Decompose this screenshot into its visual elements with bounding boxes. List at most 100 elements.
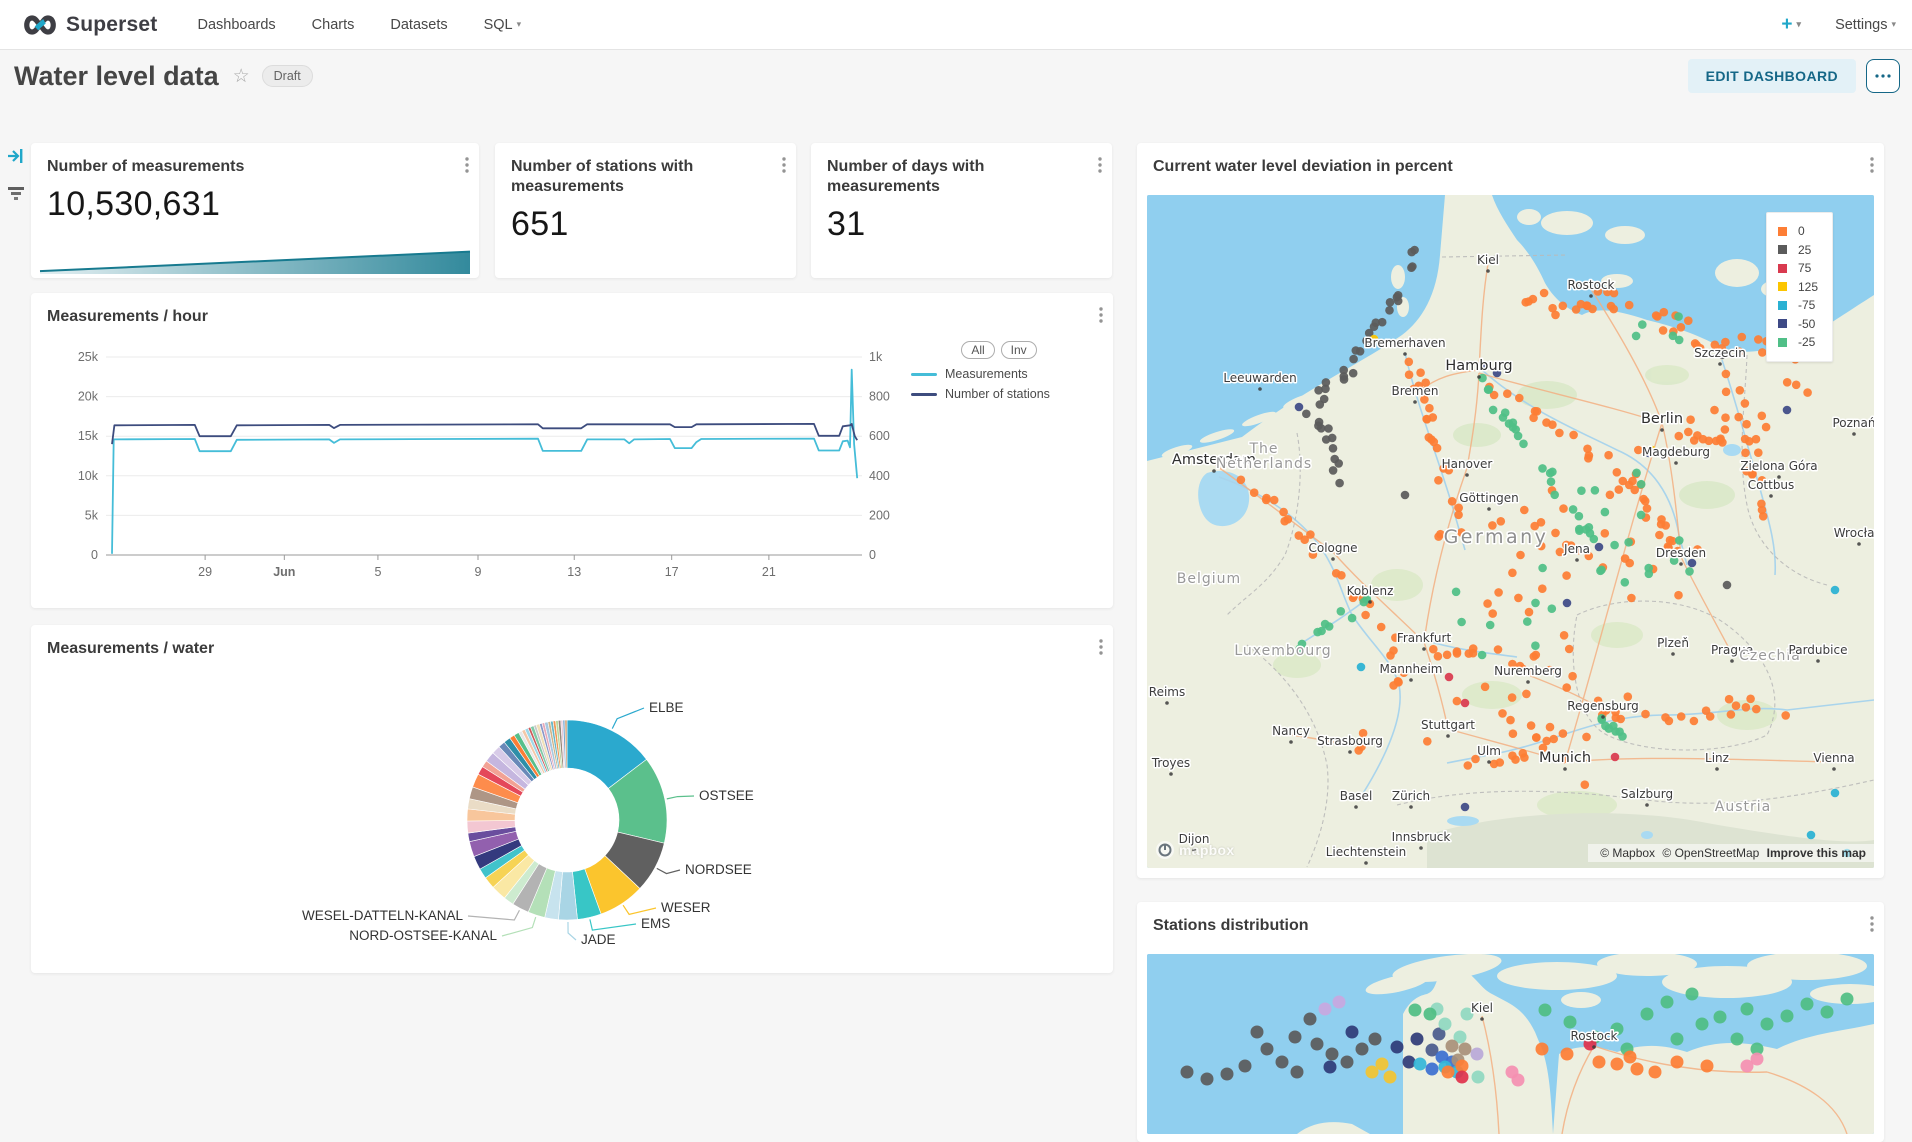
map-city-label: Zielona Góra — [1740, 459, 1817, 473]
chevron-down-icon: ▾ — [517, 19, 522, 29]
settings-menu[interactable]: Settings▾ — [1835, 17, 1896, 33]
legend-label: -50 — [1798, 317, 1815, 331]
map-city-label: Wrocław — [1834, 526, 1874, 540]
map-city-label: Cottbus — [1748, 478, 1795, 492]
nav-charts[interactable]: Charts — [312, 17, 355, 33]
filter-funnel-icon[interactable] — [7, 186, 25, 202]
svg-text:17: 17 — [665, 565, 679, 579]
superset-logo[interactable]: Superset — [22, 13, 157, 37]
legend-entry-number-of-stations[interactable]: Number of stations — [911, 387, 1087, 401]
kebab-menu-icon[interactable] — [465, 157, 469, 173]
map-canvas[interactable]: LeeuwardenAmsterdamTheNetherlandsKielRos… — [1147, 195, 1874, 868]
expand-filters-icon[interactable] — [7, 148, 25, 164]
svg-text:0: 0 — [869, 548, 876, 562]
dashboard-header: Water level data ☆ Draft EDIT DASHBOARD — [0, 49, 1912, 103]
kpi-card-stations: Number of stations with measurements 651 — [495, 143, 796, 278]
card-title: Stations distribution — [1137, 902, 1884, 936]
legend-swatch — [1778, 301, 1787, 310]
map-city-label: Zürich — [1392, 789, 1430, 803]
navbar: Superset Dashboards Charts Datasets SQL▾… — [0, 0, 1912, 50]
legend-swatch — [1778, 338, 1787, 347]
map-legend-entry: 0 — [1778, 222, 1818, 241]
donut-slice-label: WESEL-DATTELN-KANAL — [302, 908, 464, 923]
deviation-map: LeeuwardenAmsterdamTheNetherlandsKielRos… — [1147, 195, 1874, 868]
map-city-label: Berlin — [1641, 411, 1683, 427]
donut-slice-label: NORD-OSTSEE-KANAL — [349, 928, 497, 943]
legend-swatch — [1778, 264, 1787, 273]
card-title: Number of days with measurements — [811, 143, 1112, 197]
map-city-label: Stuttgart — [1421, 718, 1475, 732]
map-canvas[interactable]: KielRostock — [1147, 954, 1874, 1134]
superset-infinity-icon — [22, 13, 58, 37]
donut-slice-label: JADE — [581, 932, 616, 947]
legend-label: 75 — [1798, 261, 1811, 275]
map-legend-entry: -75 — [1778, 296, 1818, 315]
kebab-menu-icon[interactable] — [1870, 157, 1874, 173]
legend-label: Measurements — [945, 367, 1028, 381]
page-title: Water level data — [14, 61, 219, 92]
map-city-label: Plzeň — [1657, 636, 1689, 650]
favorite-star-icon[interactable]: ☆ — [233, 65, 250, 88]
svg-text:15k: 15k — [78, 429, 99, 443]
map-city-label: Mannheim — [1380, 662, 1443, 676]
card-title: Number of stations with measurements — [495, 143, 796, 197]
legend-swatch — [911, 373, 937, 376]
add-button[interactable]: +▾ — [1781, 14, 1801, 36]
kebab-menu-icon[interactable] — [1870, 916, 1874, 932]
nav-dashboards[interactable]: Dashboards — [197, 17, 275, 33]
map-city-label: Liechtenstein — [1326, 845, 1407, 859]
kebab-menu-icon[interactable] — [782, 157, 786, 173]
filter-panel-collapsed — [0, 118, 32, 202]
nav-sql[interactable]: SQL▾ — [484, 17, 522, 33]
map-city-label: Kiel — [1477, 253, 1499, 267]
svg-text:800: 800 — [869, 390, 890, 404]
map-city-label: Göttingen — [1459, 491, 1519, 505]
map-city-label: Dresden — [1656, 546, 1706, 560]
legend-all-button[interactable]: All — [961, 341, 994, 359]
map-city-label: Austria — [1715, 799, 1771, 815]
legend-swatch — [1778, 282, 1787, 291]
svg-text:1k: 1k — [869, 350, 883, 364]
legend-swatch — [1778, 319, 1787, 328]
map-city-label: Regensburg — [1567, 699, 1639, 713]
mapbox-attribution-link[interactable]: © Mapbox — [1600, 846, 1655, 860]
svg-text:0: 0 — [91, 548, 98, 562]
map-city-label: Magdeburg — [1642, 445, 1710, 459]
nav-datasets[interactable]: Datasets — [390, 17, 447, 33]
legend-entry-measurements[interactable]: Measurements — [911, 367, 1087, 381]
more-actions-button[interactable] — [1866, 59, 1900, 93]
legend-inv-button[interactable]: Inv — [1001, 341, 1037, 359]
map-card-water-level-deviation: Current water level deviation in percent — [1137, 143, 1884, 878]
map-city-label: Nuremberg — [1494, 664, 1562, 678]
legend-swatch — [911, 393, 937, 396]
map-city-label: Vienna — [1813, 751, 1854, 765]
chart-legend: All Inv Measurements Number of stations — [911, 341, 1087, 407]
mapbox-icon — [1155, 840, 1175, 860]
map-legend-entry: 25 — [1778, 241, 1818, 260]
chevron-down-icon: ▾ — [1797, 19, 1802, 29]
status-badge: Draft — [262, 65, 313, 87]
kebab-menu-icon[interactable] — [1098, 157, 1102, 173]
card-title: Measurements / water — [31, 625, 1113, 659]
osm-attribution-link[interactable]: © OpenStreetMap — [1662, 846, 1759, 860]
kpi-card-days: Number of days with measurements 31 — [811, 143, 1112, 278]
map-city-label: Bremerhaven — [1364, 336, 1445, 350]
map-legend-entry: -50 — [1778, 315, 1818, 334]
legend-label: -75 — [1798, 298, 1815, 312]
kebab-menu-icon[interactable] — [1099, 307, 1103, 323]
ellipsis-icon — [1875, 74, 1891, 78]
mapbox-logo[interactable]: mapbox — [1155, 840, 1234, 860]
kebab-menu-icon[interactable] — [1099, 639, 1103, 655]
stations-map: KielRostock — [1147, 954, 1874, 1134]
improve-map-link[interactable]: Improve this map — [1767, 846, 1866, 860]
edit-dashboard-button[interactable]: EDIT DASHBOARD — [1688, 59, 1856, 93]
svg-text:29: 29 — [198, 565, 212, 579]
donut-slice-label: NORDSEE — [685, 862, 752, 877]
donut-chart: ELBEOSTSEENORDSEEWESEREMSJADENORD-OSTSEE… — [31, 665, 1113, 970]
svg-text:9: 9 — [475, 565, 482, 579]
map-city-label: Nancy — [1272, 724, 1310, 738]
map-city-label: Belgium — [1177, 571, 1241, 587]
trend-sparkline — [37, 243, 473, 275]
kpi-card-measurements: Number of measurements 10,530,631 — [31, 143, 479, 278]
map-city-label: Kiel — [1471, 1001, 1493, 1015]
